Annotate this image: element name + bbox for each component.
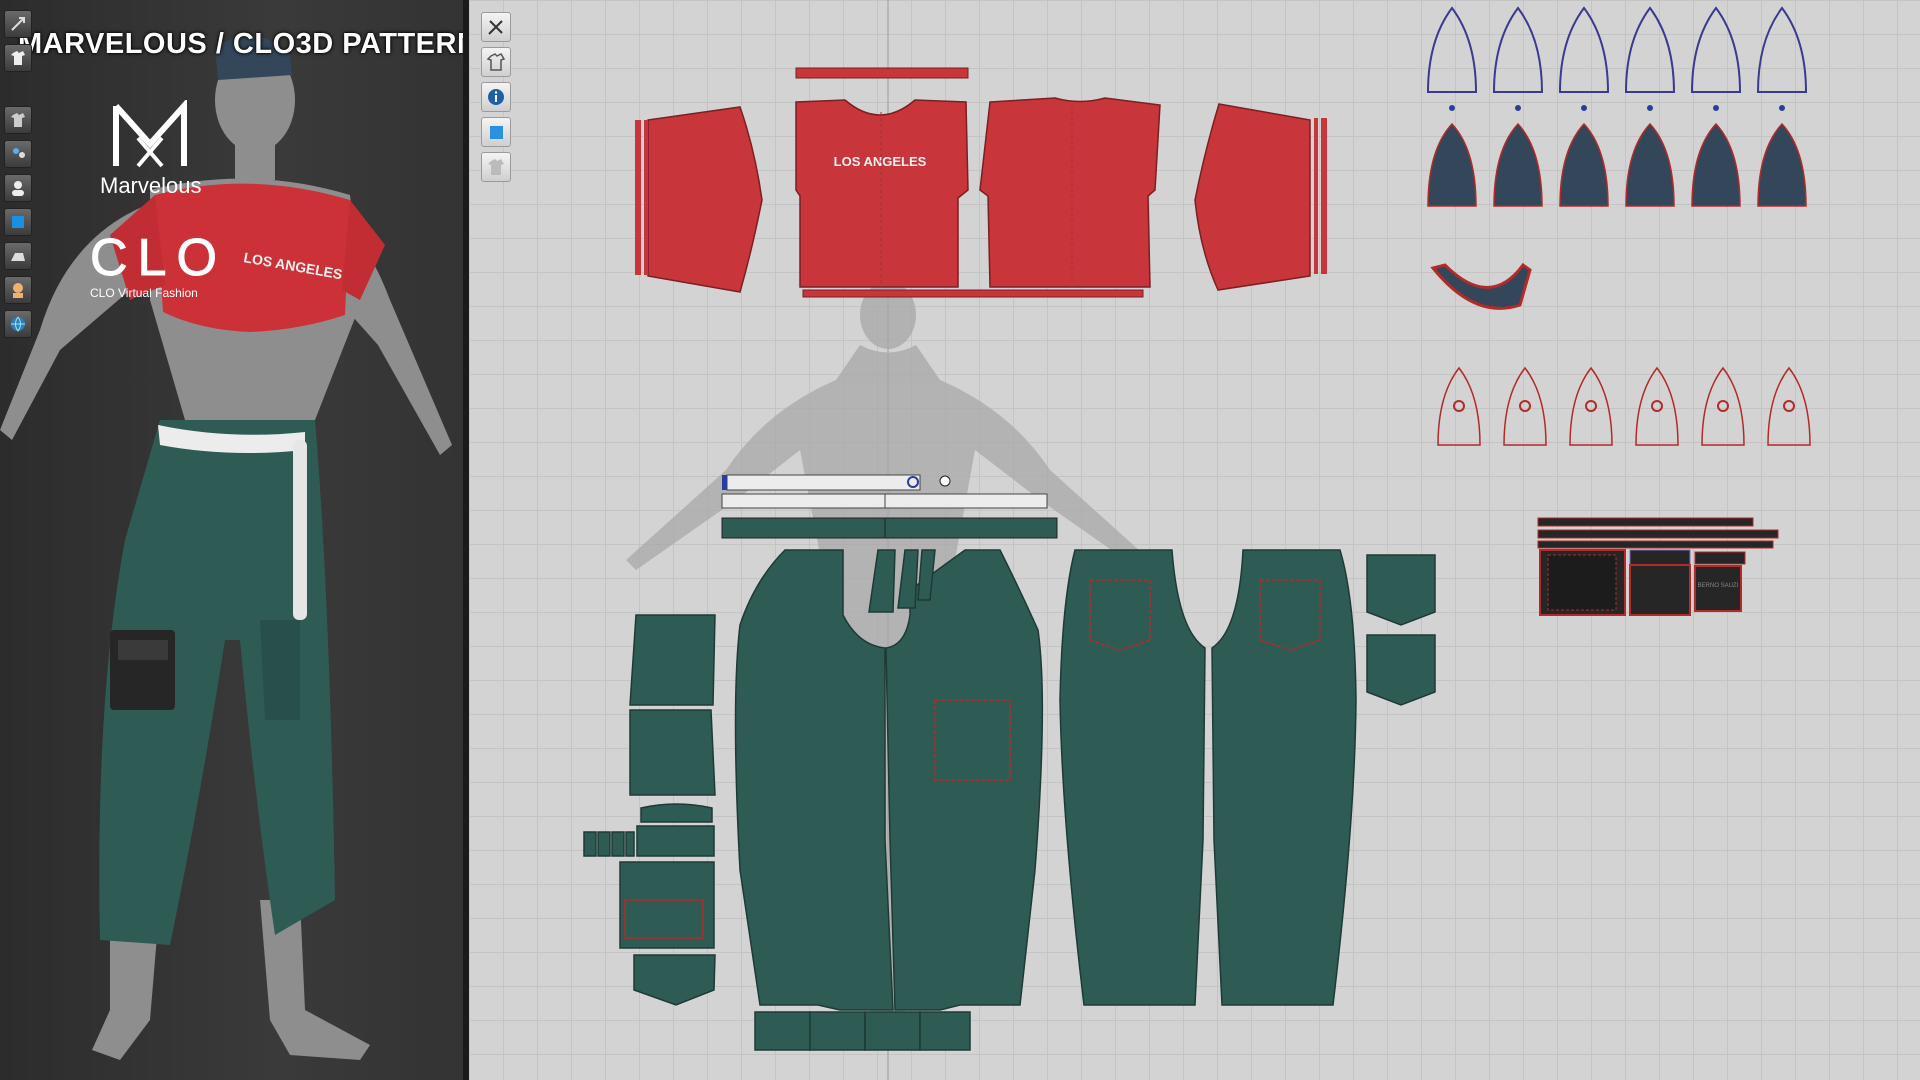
iron-icon[interactable] xyxy=(4,242,32,270)
marvelous-m-icon xyxy=(113,98,187,168)
user-icon[interactable] xyxy=(4,174,32,202)
collar-strip xyxy=(795,67,969,79)
eyelet-hole xyxy=(1519,400,1531,412)
pocket-label: BERNO SAUZI xyxy=(1698,583,1739,589)
sleeve-right xyxy=(1194,103,1311,291)
clo-logo: CLO CLO Virtual Fashion xyxy=(90,229,227,301)
cap-marker xyxy=(1581,105,1587,111)
clo-label: CLO xyxy=(90,229,227,287)
pattern-canvas[interactable]: LOS ANGELES BERNO SAUZI xyxy=(469,0,1920,1080)
cap-visor[interactable] xyxy=(1430,262,1532,310)
cap-panel-outline[interactable] xyxy=(1492,6,1544,93)
person-icon[interactable] xyxy=(4,140,32,168)
shirt-back xyxy=(979,97,1161,288)
shirt-print-2d: LOS ANGELES xyxy=(834,154,927,169)
toolbar-3d xyxy=(4,10,32,344)
cap-panel-outline[interactable] xyxy=(1756,6,1808,93)
shirt-patterns[interactable]: LOS ANGELES xyxy=(635,67,1327,298)
cap-panel-filled[interactable] xyxy=(1559,122,1609,207)
eyelet-panel[interactable] xyxy=(1569,366,1613,446)
pants-back-left xyxy=(1059,549,1206,1006)
lock-icon[interactable] xyxy=(481,152,511,182)
cap-patterns[interactable] xyxy=(1426,6,1808,207)
pouch-patterns[interactable]: BERNO SAUZI xyxy=(1537,517,1779,616)
info-icon[interactable] xyxy=(481,82,511,112)
cap-panel-filled[interactable] xyxy=(1691,122,1741,207)
cap-marker xyxy=(1449,105,1455,111)
pants-patterns[interactable] xyxy=(583,549,1436,1051)
cap-marker xyxy=(1515,105,1521,111)
marvelous-logo: Marvelous xyxy=(100,98,202,199)
move-tool-icon[interactable] xyxy=(4,10,32,38)
cap-eyelet-patterns[interactable] xyxy=(1437,366,1811,446)
page-title: MARVELOUS / CLO3D PATTERNS xyxy=(18,28,463,60)
eyelet-panel[interactable] xyxy=(1503,366,1547,446)
cap-panel-outline[interactable] xyxy=(1426,6,1478,93)
cap-panel-outline[interactable] xyxy=(1558,6,1610,93)
pattern-window-2d[interactable]: LOS ANGELES BERNO SAUZI xyxy=(469,0,1920,1080)
eyelet-panel[interactable] xyxy=(1767,366,1811,446)
cap-panel-outline[interactable] xyxy=(1624,6,1676,93)
toolbar-2d xyxy=(481,12,513,187)
clo-subtitle: CLO Virtual Fashion xyxy=(90,286,198,300)
cap-marker xyxy=(1647,105,1653,111)
skin-icon[interactable] xyxy=(4,276,32,304)
cap-panel-outline[interactable] xyxy=(1690,6,1742,93)
cap-marker xyxy=(1713,105,1719,111)
belt-patterns[interactable] xyxy=(721,474,1058,539)
fabric-swatch-icon[interactable] xyxy=(481,117,511,147)
eyelet-panel[interactable] xyxy=(1701,366,1745,446)
eyelet-hole xyxy=(1717,400,1729,412)
globe-icon[interactable] xyxy=(4,310,32,338)
eyelet-hole xyxy=(1783,400,1795,412)
hem-strip xyxy=(802,289,1144,298)
avatar-3d-view: LOS ANGELES xyxy=(0,35,452,1060)
cap-panel-filled[interactable] xyxy=(1625,122,1675,207)
avatar-icon[interactable] xyxy=(4,106,32,134)
viewport-3d[interactable]: LOS ANGELES MARVELOUS / CLO3D PATTERNS M… xyxy=(0,0,463,1080)
marvelous-label: Marvelous xyxy=(100,173,202,198)
cap-panel-filled[interactable] xyxy=(1427,122,1477,207)
eyelet-panel[interactable] xyxy=(1437,366,1481,446)
cap-panel-filled[interactable] xyxy=(1757,122,1807,207)
eyelet-hole xyxy=(1585,400,1597,412)
edit-pattern-icon[interactable] xyxy=(481,12,511,42)
sleeve-left xyxy=(647,106,763,293)
shirt-front xyxy=(795,99,969,288)
eyelet-panel[interactable] xyxy=(1635,366,1679,446)
cap-panel-filled[interactable] xyxy=(1493,122,1543,207)
fabric-icon[interactable] xyxy=(4,208,32,236)
shirt-outline-icon[interactable] xyxy=(481,47,511,77)
pants-back-right xyxy=(1211,549,1357,1006)
eyelet-hole xyxy=(1453,400,1465,412)
cap-marker xyxy=(1779,105,1785,111)
eyelet-hole xyxy=(1651,400,1663,412)
shirt-icon[interactable] xyxy=(4,44,32,72)
